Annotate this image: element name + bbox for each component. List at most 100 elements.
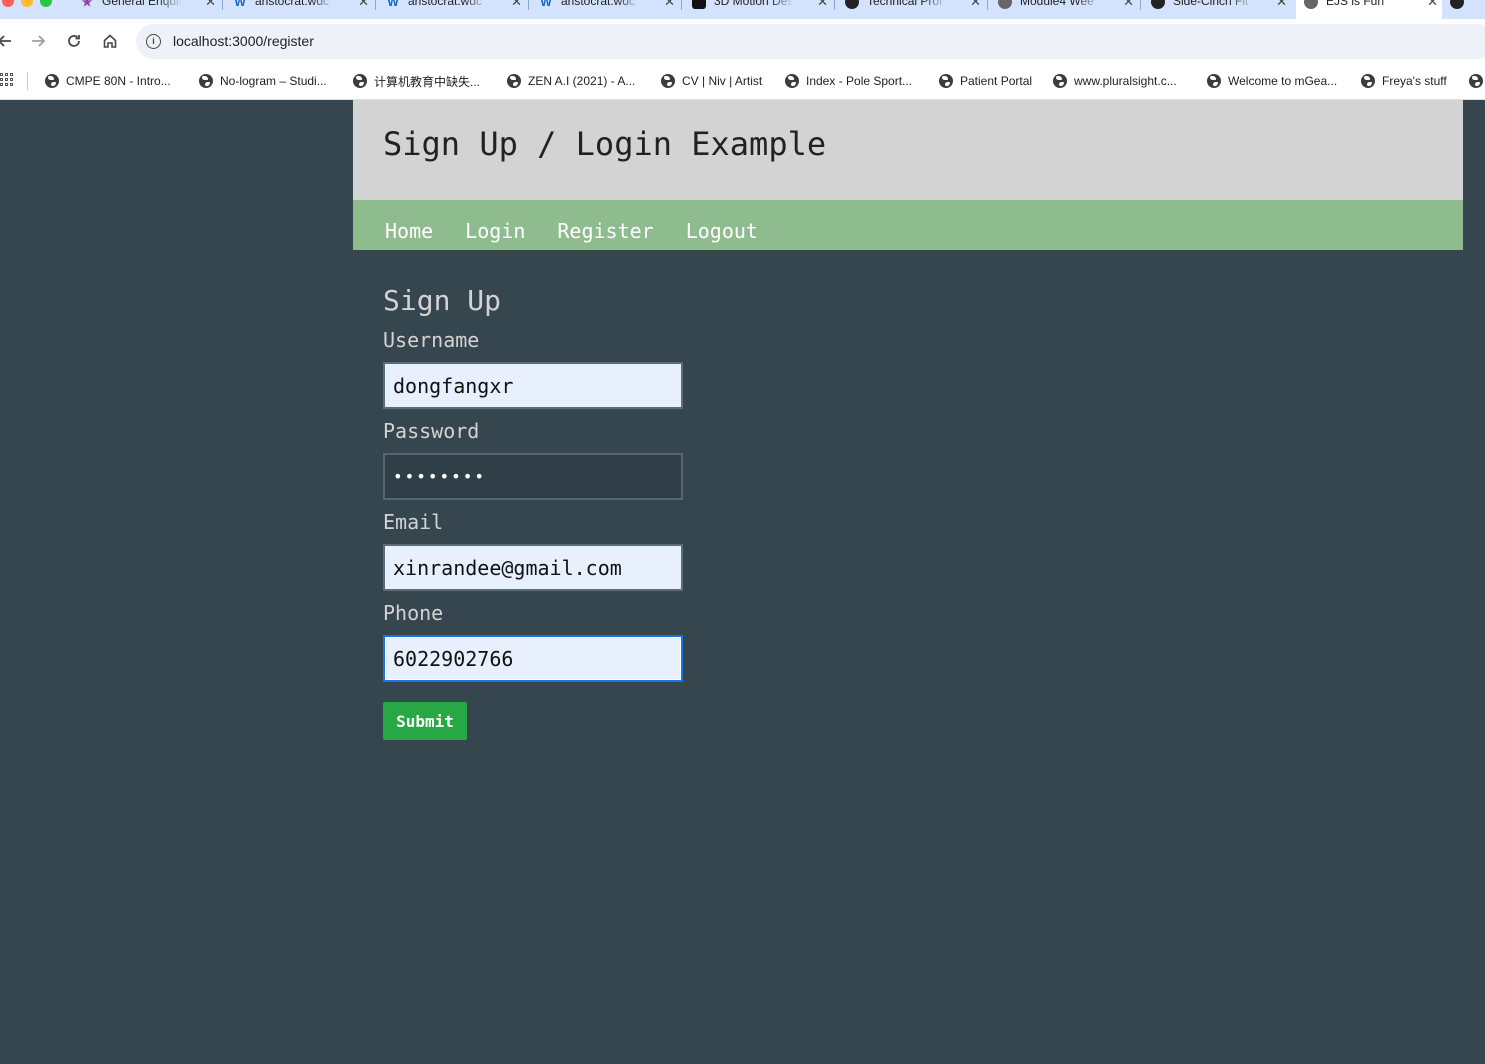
close-icon[interactable]: ✕ [664,0,675,10]
maximize-window-button[interactable] [40,0,52,7]
tab-strip: ★ General Enquiry ✕ W aristocrat.wdc ✕ W… [0,0,1485,19]
bookmark-label: Index - Pole Sport... [806,74,913,88]
globe-icon [785,74,799,88]
site-nav: Home Login Register Logout [353,200,1463,250]
close-window-button[interactable] [2,0,14,7]
submit-button[interactable]: Submit [383,702,467,740]
bookmark-label: CMPE 80N - Intro... [66,74,171,88]
info-icon[interactable]: i [146,34,161,49]
browser-tab[interactable]: 3D Motion Des ✕ [692,0,832,19]
w-icon: W [234,0,246,9]
close-icon[interactable]: ✕ [1276,0,1287,10]
browser-toolbar: i localhost:3000/register [0,19,1485,64]
site-title: Sign Up / Login Example [383,125,827,163]
bookmark-item[interactable]: Welcome to mGea... [1207,71,1337,91]
bookmark-label: Freya's stuff [1382,74,1447,88]
bookmark-item[interactable]: CMPE 80N - Intro... [45,71,171,91]
arrow-left-icon [0,35,11,47]
email-label: Email [383,510,444,534]
close-icon[interactable]: ✕ [1427,0,1438,10]
close-icon[interactable]: ✕ [970,0,981,10]
bookmarks-bar: CMPE 80N - Intro... No-logram – Studi...… [0,64,1485,100]
phone-label: Phone [383,601,444,625]
globe-icon [939,74,953,88]
browser-tab[interactable] [1450,0,1485,19]
phone-input[interactable] [383,635,683,682]
url-text[interactable]: localhost:3000/register [173,33,314,49]
box-icon [692,0,706,9]
bookmark-label: Patient Portal [960,74,1033,88]
address-bar[interactable]: i localhost:3000/register [136,24,1485,59]
username-label: Username [383,328,480,352]
bookmark-item[interactable]: Patient Portal [939,71,1032,91]
globe-icon [45,74,59,88]
browser-tab[interactable]: ★ General Enquiry ✕ [80,0,220,19]
browser-tab[interactable]: Side-Cinch Fit ✕ [1151,0,1291,19]
signup-form: Sign Up Username Password Email Phone Su… [383,284,703,740]
globe-icon [998,0,1012,9]
arrow-right-icon [32,35,46,47]
forward-button[interactable] [27,30,49,52]
tab-title: Module4 Wee [1020,0,1094,8]
close-icon[interactable]: ✕ [817,0,828,10]
close-icon[interactable]: ✕ [358,0,369,10]
back-button[interactable] [0,30,16,52]
nav-home-link[interactable]: Home [385,200,433,250]
browser-tab[interactable]: W aristocrat.wdc ✕ [386,0,526,19]
bookmark-item[interactable] [1469,71,1485,91]
circle-icon [1450,0,1464,9]
bookmark-item[interactable]: Freya's stuff [1361,71,1447,91]
nav-logout-link[interactable]: Logout [686,200,758,250]
browser-tab[interactable]: Technical Prof ✕ [845,0,985,19]
globe-icon [199,74,213,88]
form-heading: Sign Up [383,284,502,317]
reload-icon [68,35,80,47]
bookmark-label: No-logram – Studi... [220,74,327,88]
globe-icon [1361,74,1375,88]
globe-icon [1207,74,1221,88]
tab-title: EJS is Fun [1326,0,1385,8]
circle-icon [1151,0,1165,9]
email-input[interactable] [383,544,683,591]
reload-button[interactable] [63,30,85,52]
tab-title: aristocrat.wdc [255,0,330,8]
apps-grid-icon[interactable] [0,73,13,86]
bookmark-label: 计算机教育中缺失... [374,74,481,89]
close-icon[interactable]: ✕ [205,0,216,10]
star-icon: ★ [81,0,93,9]
nav-login-link[interactable]: Login [465,200,525,250]
bookmark-item[interactable]: 计算机教育中缺失... [353,71,480,91]
circle-icon [845,0,859,9]
bookmark-item[interactable]: www.pluralsight.c... [1053,71,1177,91]
site-header: Sign Up / Login Example [353,100,1463,200]
nav-register-link[interactable]: Register [557,200,653,250]
password-input[interactable] [383,453,683,500]
close-icon[interactable]: ✕ [511,0,522,10]
tab-title: aristocrat.wdc [561,0,636,8]
tab-title: 3D Motion Des [714,0,794,8]
bookmark-label: Welcome to mGea... [1228,74,1338,88]
globe-icon [507,74,521,88]
bookmark-item[interactable]: Index - Pole Sport... [785,71,912,91]
bookmark-item[interactable]: CV | Niv | Artist [661,71,762,91]
close-icon[interactable]: ✕ [1123,0,1134,10]
globe-icon [353,74,367,88]
globe-icon [1469,74,1483,88]
page-container: Sign Up / Login Example Home Login Regis… [353,100,1463,250]
minimize-window-button[interactable] [21,0,33,7]
browser-tab[interactable]: W aristocrat.wdc ✕ [233,0,373,19]
username-input[interactable] [383,362,683,409]
tab-title: Technical Prof [867,0,943,8]
bookmark-item[interactable]: No-logram – Studi... [199,71,327,91]
bookmark-item[interactable]: ZEN A.I (2021) - A... [507,71,635,91]
bookmark-label: www.pluralsight.c... [1074,74,1177,88]
bookmark-label: CV | Niv | Artist [682,74,763,88]
browser-tab[interactable]: W aristocrat.wdc ✕ [539,0,679,19]
browser-tab[interactable]: Module4 Wee ✕ [998,0,1138,19]
tab-title: General Enquiry [102,0,182,8]
home-button[interactable] [99,30,121,52]
w-icon: W [387,0,399,9]
w-icon: W [540,0,552,9]
bookmark-label: ZEN A.I (2021) - A... [528,74,636,88]
browser-tab-active[interactable]: EJS is Fun ✕ [1296,0,1442,19]
